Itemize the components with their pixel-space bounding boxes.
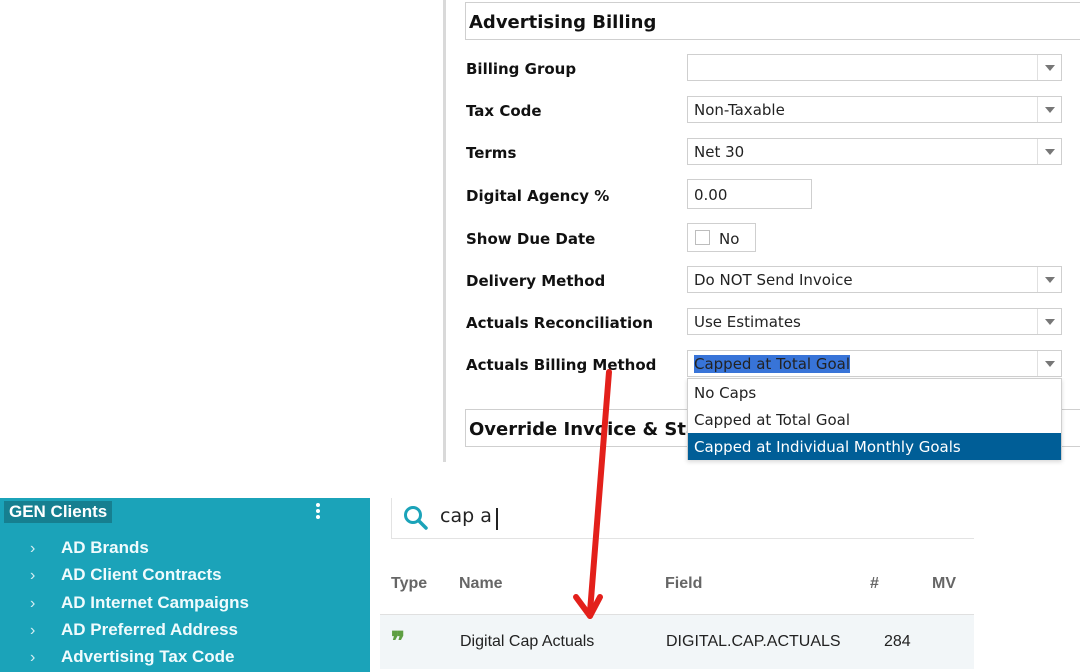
terms-label: Terms [466,144,517,162]
show-due-date-label: Show Due Date [466,230,596,248]
actuals-billing-method-dropdown: No Caps Capped at Total Goal Capped at I… [687,378,1062,460]
table-row[interactable]: ❞ Digital Cap Actuals DIGITAL.CAP.ACTUAL… [380,615,974,669]
tax-code-label: Tax Code [466,102,542,120]
result-name: Digital Cap Actuals [460,633,595,650]
sidebar-title: GEN Clients [4,501,113,523]
chevron-right-icon: › [30,540,36,557]
delivery-method-select[interactable]: Do NOT Send Invoice [687,266,1062,293]
billing-group-label: Billing Group [466,60,577,78]
sidebar-item-ad-preferred-address[interactable]: › AD Preferred Address [30,620,360,642]
actuals-billing-method-label: Actuals Billing Method [466,356,657,374]
column-header-mv[interactable]: MV [932,575,956,593]
chevron-right-icon: › [30,622,36,639]
chevron-down-icon[interactable] [1037,97,1061,122]
sidebar-item-label: Advertising Tax Code [61,647,235,666]
chevron-down-icon[interactable] [1037,139,1061,164]
more-options-icon[interactable] [313,501,323,521]
chevron-right-icon: › [30,595,36,612]
digital-agency-value: 0.00 [694,186,728,204]
chevron-down-icon[interactable] [1037,309,1061,334]
section-title: Advertising Billing [469,12,657,33]
tax-code-select[interactable]: Non-Taxable [687,96,1062,123]
sidebar-item-advertising-tax-code[interactable]: › Advertising Tax Code [30,647,360,669]
sidebar-item-label: AD Preferred Address [61,620,238,639]
sidebar-item-ad-client-contracts[interactable]: › AD Client Contracts [30,565,360,587]
show-due-date-value: No [719,230,740,248]
chevron-right-icon: › [30,649,36,666]
chevron-down-icon[interactable] [1037,267,1061,292]
actuals-billing-method-select[interactable]: Capped at Total Goal [687,350,1062,377]
chevron-down-icon[interactable] [1037,55,1061,80]
checkbox[interactable] [695,230,710,245]
dropdown-option-highlighted[interactable]: Capped at Individual Monthly Goals [688,433,1061,460]
dropdown-option[interactable]: Capped at Total Goal [688,406,1061,433]
sidebar: GEN Clients › AD Brands › AD Client Cont… [0,498,370,672]
delivery-method-label: Delivery Method [466,272,606,290]
advertising-billing-panel: Advertising Billing Billing Group Tax Co… [443,0,1080,462]
search-icon [404,506,428,530]
terms-select[interactable]: Net 30 [687,138,1062,165]
actuals-reconciliation-label: Actuals Reconciliation [466,314,654,332]
column-header-name[interactable]: Name [459,575,503,593]
quote-icon: ❞ [391,627,405,657]
digital-agency-label: Digital Agency % [466,187,610,205]
actuals-reconciliation-value: Use Estimates [694,313,801,331]
search-results-panel: cap a Type Name Field # MV ❞ Digital Cap… [380,498,974,672]
chevron-down-icon[interactable] [1037,351,1061,376]
column-header-number[interactable]: # [870,575,879,593]
digital-agency-input[interactable]: 0.00 [687,179,812,209]
sidebar-item-label: AD Internet Campaigns [61,593,249,612]
result-field: DIGITAL.CAP.ACTUALS [666,633,841,650]
delivery-method-value: Do NOT Send Invoice [694,271,853,289]
sidebar-item-ad-internet-campaigns[interactable]: › AD Internet Campaigns [30,593,360,615]
sidebar-item-label: AD Brands [61,538,149,557]
sidebar-item-ad-brands[interactable]: › AD Brands [30,538,360,560]
actuals-billing-method-value[interactable]: Capped at Total Goal [694,355,851,373]
chevron-right-icon: › [30,567,36,584]
result-number: 284 [884,633,911,650]
terms-value: Net 30 [694,143,745,161]
tax-code-value: Non-Taxable [694,101,785,119]
show-due-date-toggle[interactable]: No [687,223,756,252]
actuals-reconciliation-select[interactable]: Use Estimates [687,308,1062,335]
column-header-field[interactable]: Field [665,575,702,593]
column-header-type[interactable]: Type [391,575,427,593]
billing-group-select[interactable] [687,54,1062,81]
sidebar-item-label: AD Client Contracts [61,565,222,584]
dropdown-option[interactable]: No Caps [688,379,1061,406]
search-input[interactable]: cap a [391,498,974,539]
search-query: cap a [440,505,492,527]
section-header-advertising-billing[interactable]: Advertising Billing [465,2,1080,40]
text-cursor [496,508,498,530]
